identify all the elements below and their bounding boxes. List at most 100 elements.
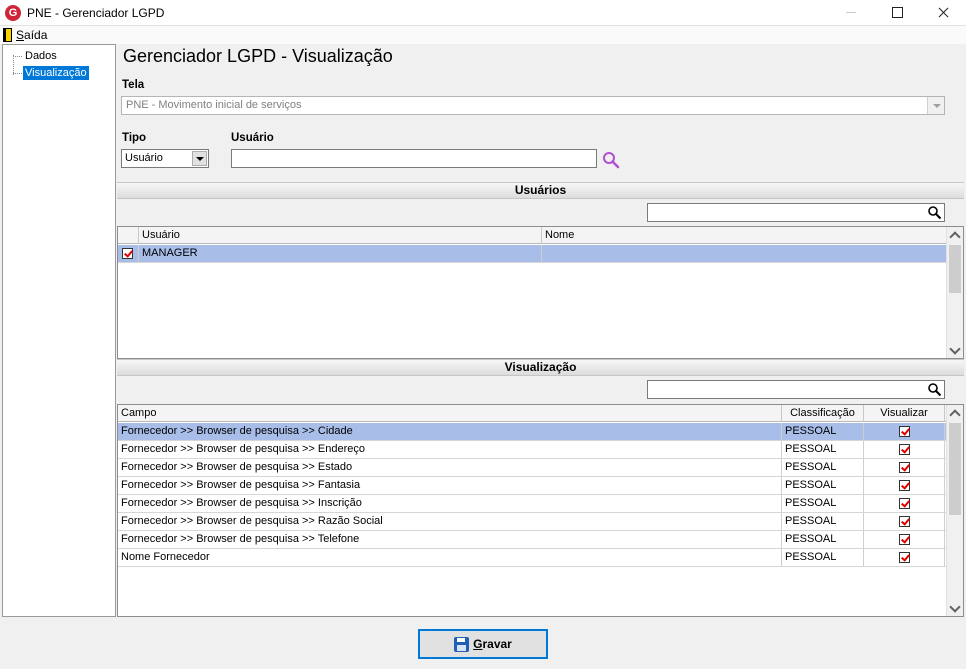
search-icon[interactable] [602, 151, 620, 169]
page-title: Gerenciador LGPD - Visualização [123, 46, 393, 66]
chevron-down-icon[interactable] [927, 97, 944, 114]
checkbox-checked-icon[interactable] [122, 248, 133, 259]
table-row[interactable]: Nome Fornecedor PESSOAL [118, 549, 947, 567]
tree-connector [13, 73, 22, 74]
view-grid-header: Campo Classificação Visualizar [118, 405, 947, 422]
column-header-classificacao[interactable]: Classificação [782, 405, 864, 422]
table-row[interactable]: Fornecedor >> Browser de pesquisa >> Fan… [118, 477, 947, 495]
save-button-label: Gravar [473, 637, 512, 651]
view-grid: Campo Classificação Visualizar Fornecedo… [117, 404, 964, 617]
menu-exit-label: Saída [16, 28, 48, 42]
tipo-label: Tipo [122, 132, 147, 144]
users-grid-corner [118, 227, 139, 244]
maximize-button[interactable] [874, 0, 920, 26]
table-row[interactable]: Fornecedor >> Browser de pesquisa >> Tel… [118, 531, 947, 549]
table-row[interactable]: MANAGER [118, 245, 947, 263]
tela-select[interactable]: PNE - Movimento inicial de serviços [121, 96, 945, 115]
users-section-header: Usuários [117, 182, 964, 199]
table-row[interactable]: Fornecedor >> Browser de pesquisa >> Cid… [118, 423, 947, 441]
cell-campo: Fornecedor >> Browser de pesquisa >> Ins… [118, 495, 782, 512]
checkbox-checked-icon[interactable] [899, 426, 910, 437]
users-grid-scrollbar[interactable] [946, 227, 963, 358]
scrollbar-thumb[interactable] [949, 423, 961, 515]
tipo-select[interactable]: Usuário [121, 149, 209, 168]
users-grid-header: Usuário Nome [118, 227, 947, 244]
checkbox-checked-icon[interactable] [899, 552, 910, 563]
scroll-down-icon[interactable] [949, 343, 961, 355]
tree-item-dados[interactable]: Dados [23, 49, 59, 63]
search-icon[interactable] [927, 382, 942, 397]
cell-classificacao: PESSOAL [782, 513, 864, 530]
row-check-cell[interactable] [118, 245, 139, 262]
door-exit-icon [3, 28, 12, 42]
users-grid: Usuário Nome MANAGER [117, 226, 964, 359]
window-title: PNE - Gerenciador LGPD [27, 6, 165, 20]
cell-classificacao: PESSOAL [782, 423, 864, 440]
table-row[interactable]: Fornecedor >> Browser de pesquisa >> End… [118, 441, 947, 459]
checkbox-checked-icon[interactable] [899, 534, 910, 545]
column-header-campo[interactable]: Campo [118, 405, 782, 422]
tree-connector [13, 56, 22, 57]
users-filter-input[interactable] [647, 203, 945, 222]
minimize-button[interactable] [828, 0, 874, 26]
save-button[interactable]: Gravar [418, 629, 548, 659]
view-section-header: Visualização [117, 359, 964, 376]
tree-connector [13, 55, 14, 75]
cell-classificacao: PESSOAL [782, 459, 864, 476]
cell-campo: Fornecedor >> Browser de pesquisa >> Cid… [118, 423, 782, 440]
scroll-down-icon[interactable] [949, 601, 961, 613]
tela-label: Tela [122, 79, 145, 91]
table-row[interactable]: Fornecedor >> Browser de pesquisa >> Raz… [118, 513, 947, 531]
app-logo-icon: G [5, 5, 21, 21]
column-header-usuario[interactable]: Usuário [139, 227, 542, 244]
chevron-down-icon[interactable] [192, 151, 207, 166]
view-filter-input[interactable] [647, 380, 945, 399]
cell-campo: Fornecedor >> Browser de pesquisa >> Est… [118, 459, 782, 476]
cell-classificacao: PESSOAL [782, 549, 864, 566]
navigation-tree: Dados Visualização [2, 44, 116, 617]
checkbox-checked-icon[interactable] [899, 498, 910, 509]
tree-item-visualizacao[interactable]: Visualização [23, 66, 89, 80]
checkbox-checked-icon[interactable] [899, 444, 910, 455]
scroll-up-icon[interactable] [949, 409, 961, 421]
usuario-label: Usuário [231, 132, 274, 144]
cell-visualizar[interactable] [864, 441, 945, 458]
cell-visualizar[interactable] [864, 495, 945, 512]
table-row[interactable]: Fornecedor >> Browser de pesquisa >> Est… [118, 459, 947, 477]
floppy-disk-icon [454, 636, 470, 652]
title-bar: G PNE - Gerenciador LGPD [0, 0, 966, 26]
cell-usuario: MANAGER [139, 245, 542, 262]
cell-campo: Fornecedor >> Browser de pesquisa >> Tel… [118, 531, 782, 548]
scrollbar-thumb[interactable] [949, 245, 961, 293]
tela-select-value: PNE - Movimento inicial de serviços [126, 99, 302, 111]
menu-bar: Saída [0, 26, 966, 44]
cell-visualizar[interactable] [864, 513, 945, 530]
column-header-visualizar[interactable]: Visualizar [864, 405, 945, 422]
close-button[interactable] [920, 0, 966, 26]
checkbox-checked-icon[interactable] [899, 516, 910, 527]
cell-classificacao: PESSOAL [782, 495, 864, 512]
cell-visualizar[interactable] [864, 549, 945, 566]
menu-exit[interactable]: Saída [3, 27, 47, 43]
cell-nome [542, 245, 947, 262]
cell-visualizar[interactable] [864, 423, 945, 440]
table-row[interactable]: Fornecedor >> Browser de pesquisa >> Ins… [118, 495, 947, 513]
cell-visualizar[interactable] [864, 477, 945, 494]
cell-classificacao: PESSOAL [782, 531, 864, 548]
usuario-input[interactable] [231, 149, 597, 168]
cell-campo: Nome Fornecedor [118, 549, 782, 566]
cell-classificacao: PESSOAL [782, 477, 864, 494]
cell-visualizar[interactable] [864, 459, 945, 476]
tipo-select-value: Usuário [125, 152, 163, 164]
checkbox-checked-icon[interactable] [899, 462, 910, 473]
checkbox-checked-icon[interactable] [899, 480, 910, 491]
cell-visualizar[interactable] [864, 531, 945, 548]
scroll-up-icon[interactable] [949, 231, 961, 243]
view-grid-scrollbar[interactable] [946, 405, 963, 616]
cell-campo: Fornecedor >> Browser de pesquisa >> End… [118, 441, 782, 458]
column-header-nome[interactable]: Nome [542, 227, 947, 244]
cell-classificacao: PESSOAL [782, 441, 864, 458]
search-icon[interactable] [927, 205, 942, 220]
cell-campo: Fornecedor >> Browser de pesquisa >> Raz… [118, 513, 782, 530]
cell-campo: Fornecedor >> Browser de pesquisa >> Fan… [118, 477, 782, 494]
